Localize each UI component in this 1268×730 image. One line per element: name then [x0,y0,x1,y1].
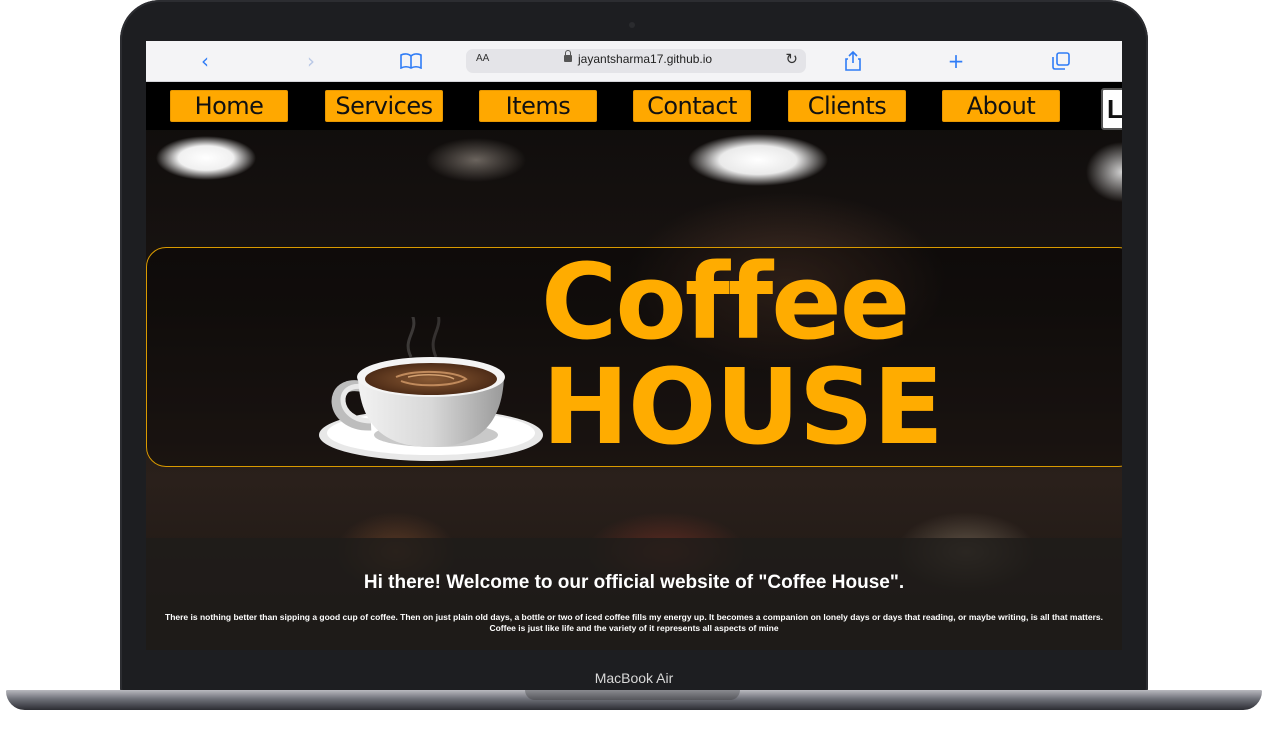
device-label: MacBook Air [594,670,674,686]
laptop-notch [525,690,740,700]
intro-body: There is nothing better than sipping a g… [165,612,1103,633]
address-bar[interactable]: AA jayantsharma17.github.io ↻ [466,49,806,73]
back-icon[interactable]: ‹ [190,48,220,74]
browser-toolbar: ‹ › AA jayantsharma17.github.io ↻ + [146,41,1122,82]
nav-about[interactable]: About [942,90,1060,122]
bookmarks-icon[interactable] [396,48,426,74]
screen: ‹ › AA jayantsharma17.github.io ↻ + Home… [146,41,1122,650]
url-text: jayantsharma17.github.io [578,52,713,66]
intro-heading: Hi there! Welcome to our official websit… [363,572,905,593]
nav-clients[interactable]: Clients [788,90,906,122]
nav-contact[interactable]: Contact [633,90,751,122]
tabs-icon[interactable] [1046,48,1076,74]
reload-icon[interactable]: ↻ [785,50,798,68]
share-icon[interactable] [838,48,868,74]
forward-icon[interactable]: › [296,48,326,74]
coffee-cup-icon [316,308,546,467]
camera-icon [629,22,635,28]
new-tab-icon[interactable]: + [941,48,971,74]
nav-home[interactable]: Home [170,90,288,122]
nav-partial-item[interactable]: L [1101,88,1122,130]
intro-section: Hi there! Welcome to our official websit… [146,538,1122,650]
nav-items[interactable]: Items [479,90,597,122]
text-size-button[interactable]: AA [476,53,489,64]
lock-icon [564,50,572,62]
site-nav: Home Services Items Contact Clients Abou… [146,82,1122,130]
hero-title-line1: Coffee [541,241,910,363]
nav-services[interactable]: Services [325,90,443,122]
hero-title-line2: HOUSE [542,346,944,468]
web-page: Home Services Items Contact Clients Abou… [146,82,1122,650]
